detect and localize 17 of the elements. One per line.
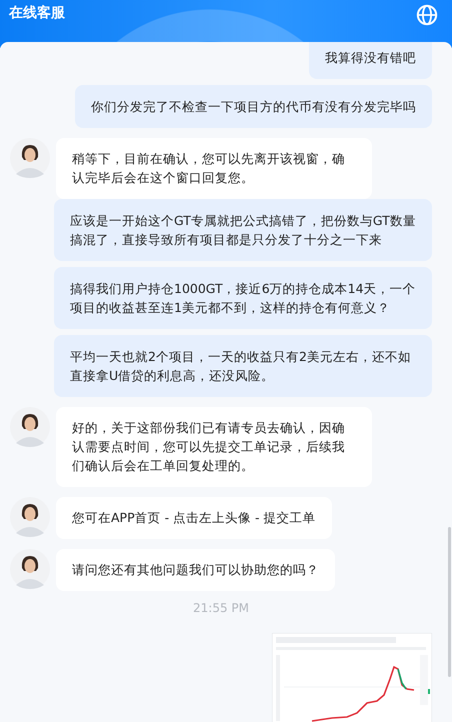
avatar-icon	[10, 497, 50, 537]
user-message: 搞得我们用户持仓1000GT，接近6万的持仓成本14天，一个项目的收益甚至连1美元都不到，这样的持仓有何意义？	[54, 267, 432, 329]
user-message: 平均一天也就2个项目，一天的收益只有2美元左右，还不如直接拿U借贷的利息高，还没风险。	[54, 335, 432, 397]
user-message: 你们分发完了不检查一下项目方的代币有没有分发完毕吗	[75, 85, 432, 128]
avatar-icon	[10, 549, 50, 589]
avatar-icon	[10, 138, 50, 178]
agent-message: 稍等下，目前在确认，您可以先离开该视窗，确认完毕后会在这个窗口回复您。	[56, 138, 372, 199]
scrollbar[interactable]	[448, 527, 451, 677]
user-message: 我算得没有错吧	[309, 42, 432, 79]
avatar-icon	[10, 407, 50, 447]
agent-message: 好的，关于这部份我们已有请专员去确认，因确认需要点时间，您可以先提交工单记录，后续我们确认后会在工单回复处理的。	[56, 407, 372, 487]
timestamp: 21:55 PM	[192, 601, 250, 615]
globe-icon[interactable]	[416, 4, 438, 26]
user-message: 应该是一开始这个GT专属就把公式搞错了，把份数与GT数量搞混了，直接导致所有项目都是只分发了十分之一下来	[54, 199, 432, 261]
agent-message: 请问您还有其他问题我们可以协助您的吗？	[56, 549, 335, 591]
page-title: 在线客服	[9, 4, 65, 22]
agent-message: 您可在APP首页 - 点击左上头像 - 提交工单	[56, 497, 332, 539]
